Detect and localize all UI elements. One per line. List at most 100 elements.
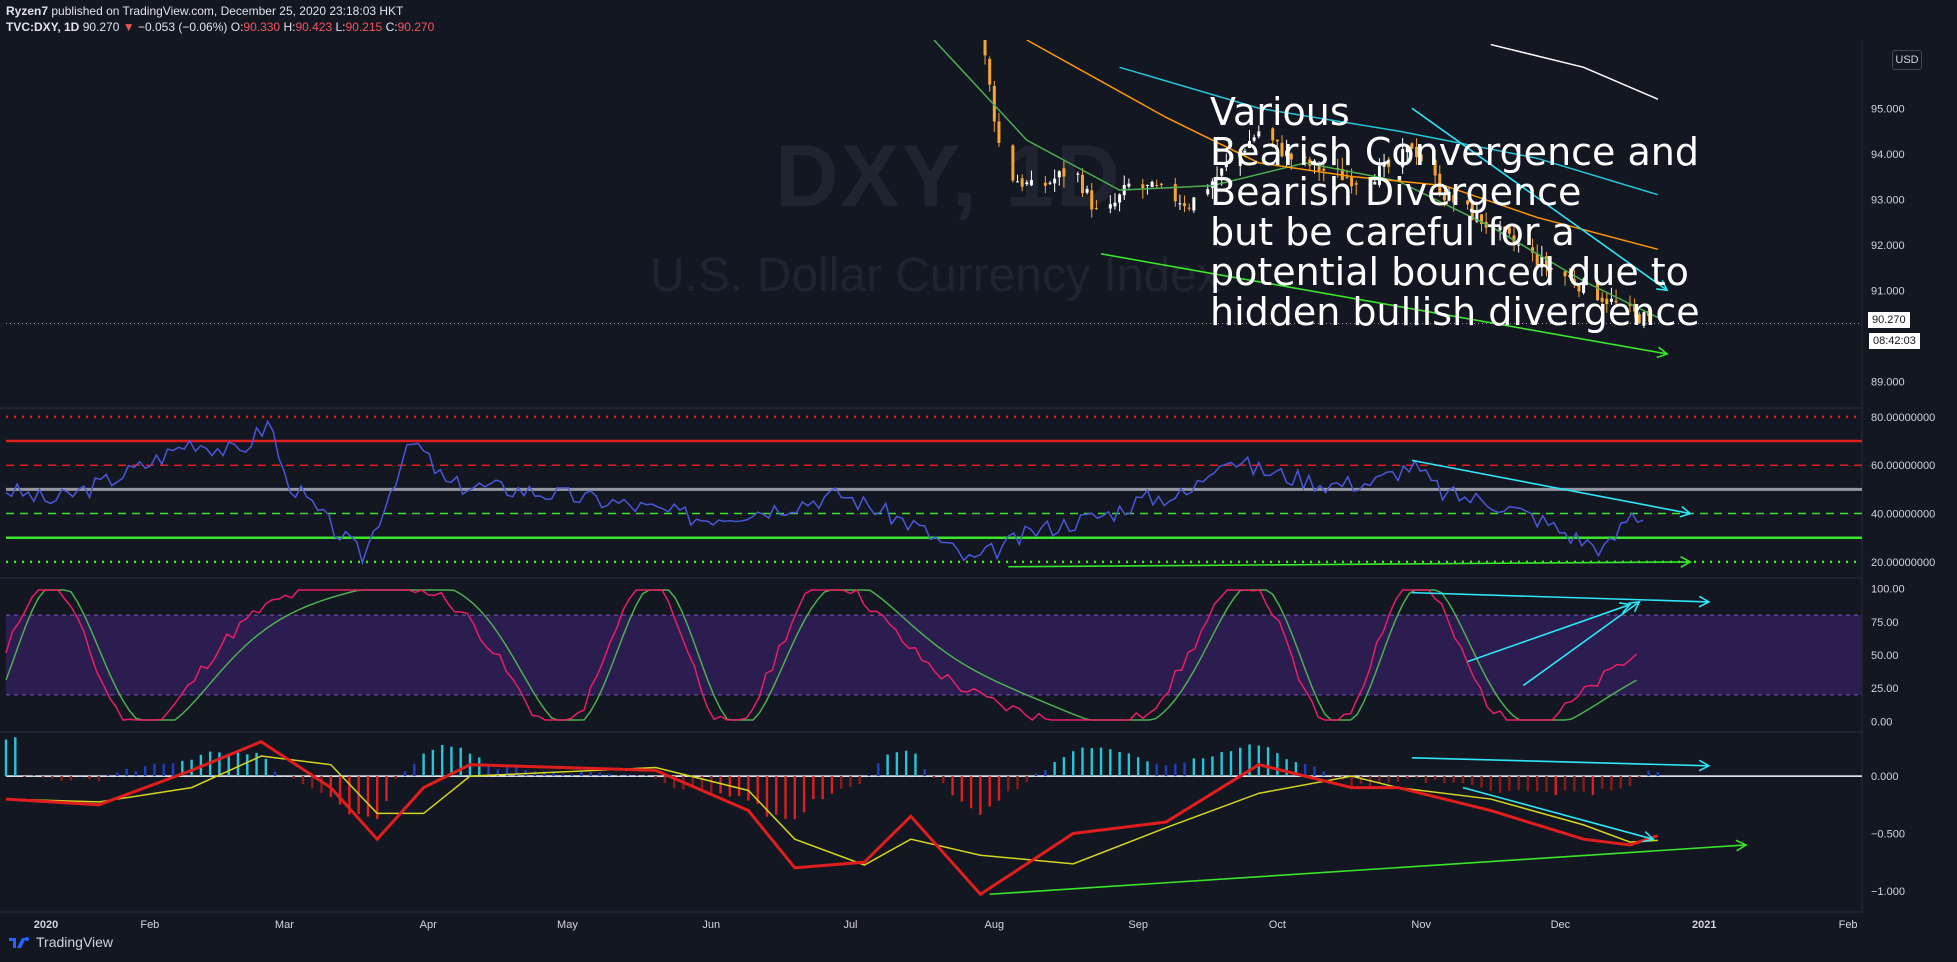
macd-histogram-bar [394,776,397,779]
currency-button[interactable]: USD [1892,50,1922,70]
candle-body [983,40,987,56]
macd-histogram-bar [459,747,462,777]
macd-axis-tick: 0.000 [1871,771,1899,783]
macd-histogram-bar [32,775,36,777]
macd-histogram-bar [1034,773,1038,777]
macd-histogram-bar [1062,757,1066,777]
macd-histogram-bar [69,776,73,781]
footer-brand: TradingView [36,934,114,950]
macd-histogram-bar [960,776,964,802]
macd-histogram-bar [737,776,741,797]
macd-histogram-bar [1517,776,1520,791]
macd-histogram-bar [1554,776,1557,795]
macd-histogram-bar [1461,776,1465,784]
macd-histogram-bar [997,776,1001,801]
last-price-label: 90.270 [1868,312,1910,328]
macd-histogram-bar [663,776,667,784]
macd-histogram-bar [1591,776,1595,796]
candle-body [1048,182,1052,184]
macd-histogram-bar [51,776,54,779]
macd-histogram-bar [301,776,305,785]
time-axis-tick: May [557,919,578,931]
macd-histogram-bar [784,776,787,819]
rsi-axis-tick: 80.00000000 [1871,412,1935,424]
macd-histogram-bar [1081,747,1084,777]
macd-histogram-bar [589,772,592,777]
macd-histogram-bar [840,776,843,789]
macd-histogram-bar [125,768,128,777]
macd-histogram-bar [830,776,834,794]
time-axis-tick: Jun [702,919,720,931]
candle-body [1150,181,1154,188]
candle-body [1043,182,1047,186]
candle-body [1016,181,1020,183]
candle-body [1159,183,1163,185]
candle-body [1062,168,1066,177]
macd-histogram-bar [802,776,806,813]
macd-histogram-bar [23,776,26,778]
macd-histogram-bar [1211,756,1214,777]
macd-histogram-bar [904,750,908,777]
annotation-line: hidden bullish divergence [1210,290,1700,334]
candle-body [1118,194,1122,203]
macd-histogram-bar [1452,776,1455,783]
time-axis-tick: Mar [275,919,294,931]
macd-histogram-bar [264,758,268,777]
candle-body [1029,180,1033,186]
macd-axis-tick: −0.500 [1871,828,1905,840]
candle-body [1127,183,1131,187]
price-axis-tick: 89.000 [1871,376,1905,388]
macd-histogram-bar [1508,776,1511,791]
macd-histogram-bar [1638,776,1641,778]
stoch-axis-tick: 75.00 [1871,617,1899,629]
candle-body [1020,178,1024,187]
rsi-axis-tick: 40.00000000 [1871,509,1935,521]
candle-body [997,121,1001,143]
macd-histogram-bar [1109,749,1112,777]
macd-histogram-bar [1424,776,1428,784]
countdown-label: 08:42:03 [1868,332,1921,350]
macd-line [5,740,1659,897]
macd-histogram-bar [1192,758,1196,777]
macd-histogram-bar [385,776,388,801]
macd-histogram-bar [561,773,564,777]
macd-histogram-bar [1647,770,1650,777]
time-axis-tick: Nov [1411,919,1431,931]
macd-histogram-bar [403,771,407,777]
macd-histogram-bar [1053,762,1056,777]
tradingview-footer[interactable]: TradingView [8,934,113,950]
price-axis-tick: 93.000 [1871,194,1905,206]
macd-histogram-bar [106,774,110,777]
candle-body [1090,190,1094,210]
macd-histogram-bar [1350,776,1353,786]
moving-average-line [1490,43,1659,100]
time-axis-tick: Aug [985,919,1005,931]
macd-histogram-bar [1025,776,1028,783]
macd-histogram-bar [1266,747,1270,777]
macd-histogram-bar [1498,776,1502,793]
annotation-line: Bearish Divergence [1210,170,1582,214]
macd-histogram-bar [1136,757,1140,777]
candle-body [1057,171,1061,178]
macd-histogram-bar [153,763,156,777]
stoch-axis-tick: 50.00 [1871,650,1899,662]
macd-histogram-bar [292,776,295,779]
price-axis-tick: 92.000 [1871,240,1905,252]
macd-histogram-bar [97,776,100,782]
macd-histogram-bar [14,737,17,777]
candle-body [1145,184,1149,186]
annotation-line: Bearish Convergence and [1210,130,1699,174]
macd-histogram-bar [1489,776,1492,792]
candle-body [1183,203,1187,206]
annotation-line: potential bounced due to [1210,250,1689,294]
candle-body [1141,184,1145,189]
macd-histogram-bar [1443,776,1446,784]
candle-body [1108,204,1112,209]
annotation-line: Various [1210,90,1350,134]
macd-signal-line [5,755,1658,866]
macd-histogram-bar [1174,763,1177,777]
macd-histogram-bar [654,776,657,779]
macd-histogram-bar [635,775,639,777]
candle-body [1080,174,1084,194]
macd-histogram-bar [886,754,889,777]
